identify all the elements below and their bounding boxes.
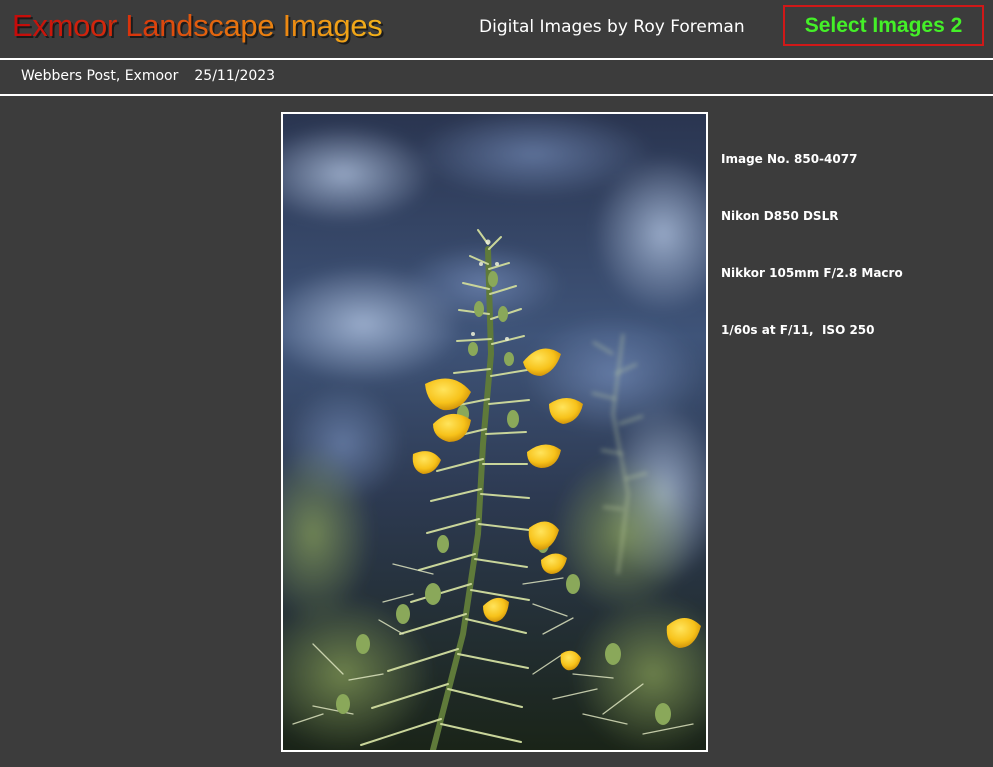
location-divider <box>0 94 993 96</box>
photo-info: Image No. 850-4077 Nikon D850 DSLR Nikko… <box>721 112 903 359</box>
site-subtitle: Digital Images by Roy Foreman <box>479 17 745 37</box>
location-bar: Webbers Post, Exmoor 25/11/2023 <box>21 66 275 86</box>
site-title: Exmoor Landscape Images <box>12 6 383 46</box>
gorse-photo-image <box>283 114 706 750</box>
select-images-button[interactable]: Select Images 2 <box>783 5 984 46</box>
image-number: Image No. 850-4077 <box>721 152 858 166</box>
gorse-photo[interactable] <box>281 112 708 752</box>
camera-body: Nikon D850 DSLR <box>721 209 839 223</box>
header: Exmoor Landscape Images Exmoor Landscape… <box>0 0 993 58</box>
header-divider <box>0 58 993 60</box>
lens: Nikkor 105mm F/2.8 Macro <box>721 266 903 280</box>
exposure-settings: 1/60s at F/11, ISO 250 <box>721 323 875 337</box>
location-date: 25/11/2023 <box>194 68 276 84</box>
location-place: Webbers Post, Exmoor <box>21 68 179 84</box>
